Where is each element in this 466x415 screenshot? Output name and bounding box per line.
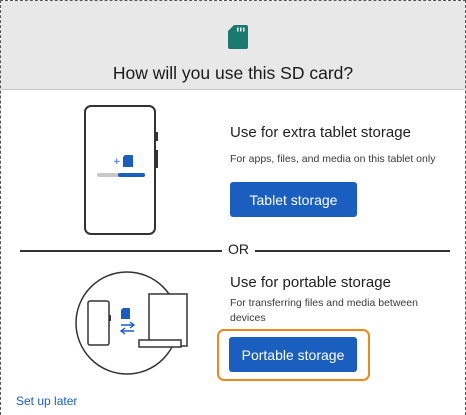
dialog-header: How will you use this SD card? [1,1,465,90]
tablet-storage-description: For apps, files, and media on this table… [230,153,436,165]
or-divider: OR [14,241,452,259]
tablet-storage-button[interactable]: Tablet storage [230,182,357,217]
sd-card-icon [228,25,248,49]
portable-storage-title: Use for portable storage [230,274,391,291]
or-label: OR [228,241,249,257]
dialog-title: How will you use this SD card? [112,63,354,83]
tablet-storage-title: Use for extra tablet storage [230,124,411,141]
divider-line-left [20,250,222,252]
divider-line-right [255,250,450,252]
portable-storage-illustration [75,271,188,375]
portable-storage-button[interactable]: Portable storage [229,337,357,372]
portable-storage-description: For transferring files and media between… [230,297,418,324]
set-up-later-link[interactable]: Set up later [16,394,77,408]
svg-text:+: + [113,157,121,167]
tablet-storage-illustration: + [84,105,158,235]
